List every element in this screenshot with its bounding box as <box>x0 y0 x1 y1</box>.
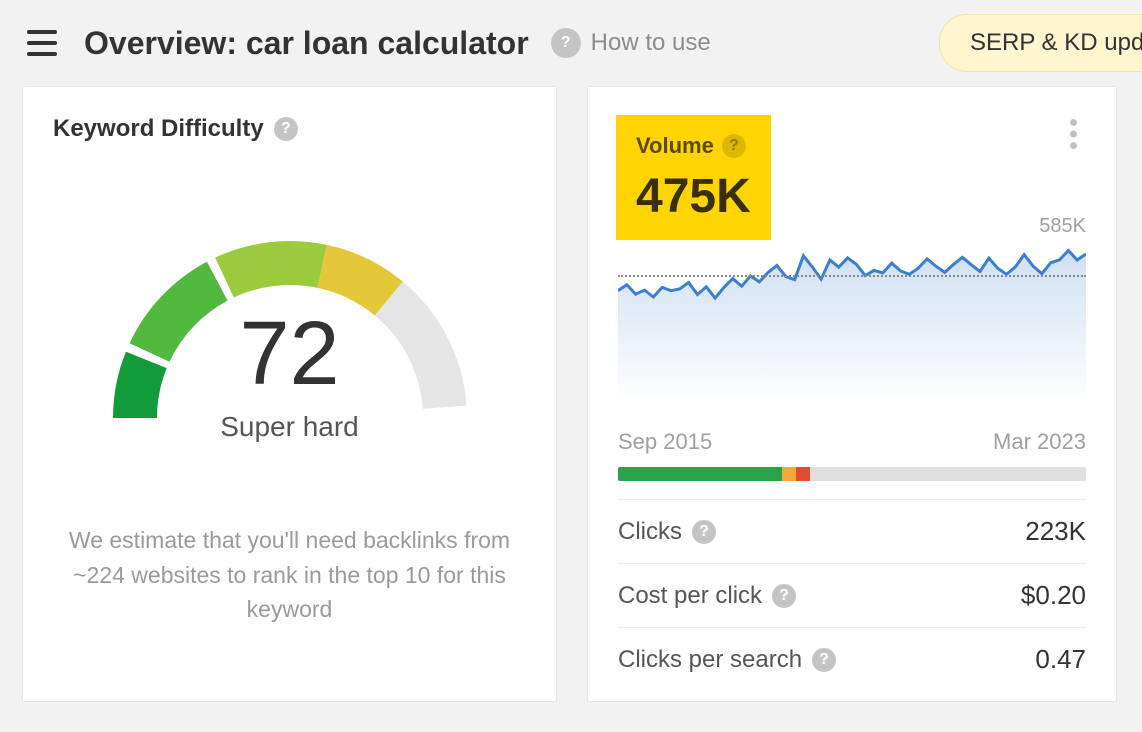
how-to-use-label: How to use <box>591 29 711 57</box>
volume-card: Volume ? 475K 585K <box>587 86 1117 702</box>
volume-badge: Volume ? 475K <box>616 115 771 240</box>
chart-average-line <box>618 275 1086 277</box>
kd-heading-text: Keyword Difficulty <box>53 115 264 143</box>
stat-value: $0.20 <box>1021 580 1086 611</box>
kd-footer-text: We estimate that you'll need backlinks f… <box>53 523 526 627</box>
stat-value: 0.47 <box>1035 644 1086 675</box>
stat-value: 223K <box>1025 516 1086 547</box>
help-icon[interactable]: ? <box>274 117 298 141</box>
help-icon[interactable]: ? <box>812 648 836 672</box>
help-icon: ? <box>551 28 581 58</box>
stat-label: Clicks per search <box>618 646 802 674</box>
how-to-use-link[interactable]: ? How to use <box>551 28 711 58</box>
stat-label: Clicks <box>618 518 682 546</box>
help-icon[interactable]: ? <box>692 520 716 544</box>
kd-label: Super hard <box>100 411 480 443</box>
volume-label: Volume <box>636 133 714 159</box>
volume-segment-bar <box>618 467 1086 481</box>
more-vertical-icon <box>1070 119 1077 149</box>
update-status-pill[interactable]: SERP & KD updated <box>939 14 1142 72</box>
kd-gauge: 72 Super hard <box>100 193 480 453</box>
help-icon[interactable]: ? <box>772 584 796 608</box>
stat-row-clicks: Clicks ? 223K <box>618 499 1086 563</box>
help-icon[interactable]: ? <box>722 134 746 158</box>
chart-date-end: Mar 2023 <box>993 429 1086 455</box>
kd-heading: Keyword Difficulty ? <box>53 115 526 143</box>
stat-row-cps: Clicks per search ? 0.47 <box>618 627 1086 691</box>
more-options-button[interactable] <box>1058 119 1088 149</box>
chart-date-start: Sep 2015 <box>618 429 712 455</box>
stat-row-cpc: Cost per click ? $0.20 <box>618 563 1086 627</box>
cards-row: Keyword Difficulty ? 72 Super hard We es… <box>0 86 1142 702</box>
volume-stats: Clicks ? 223K Cost per click ? $0.20 Cli… <box>618 499 1086 691</box>
chart-date-range: Sep 2015 Mar 2023 <box>618 429 1086 455</box>
chart-max-label: 585K <box>1039 215 1086 238</box>
stat-label: Cost per click <box>618 582 762 610</box>
volume-value: 475K <box>636 169 751 224</box>
volume-trend-chart: 585K <box>618 245 1086 425</box>
kd-score: 72 <box>100 303 480 406</box>
page-header: Overview: car loan calculator ? How to u… <box>0 0 1142 86</box>
page-title: Overview: car loan calculator <box>84 25 529 62</box>
keyword-difficulty-card: Keyword Difficulty ? 72 Super hard We es… <box>22 86 557 702</box>
menu-icon[interactable] <box>22 23 62 63</box>
